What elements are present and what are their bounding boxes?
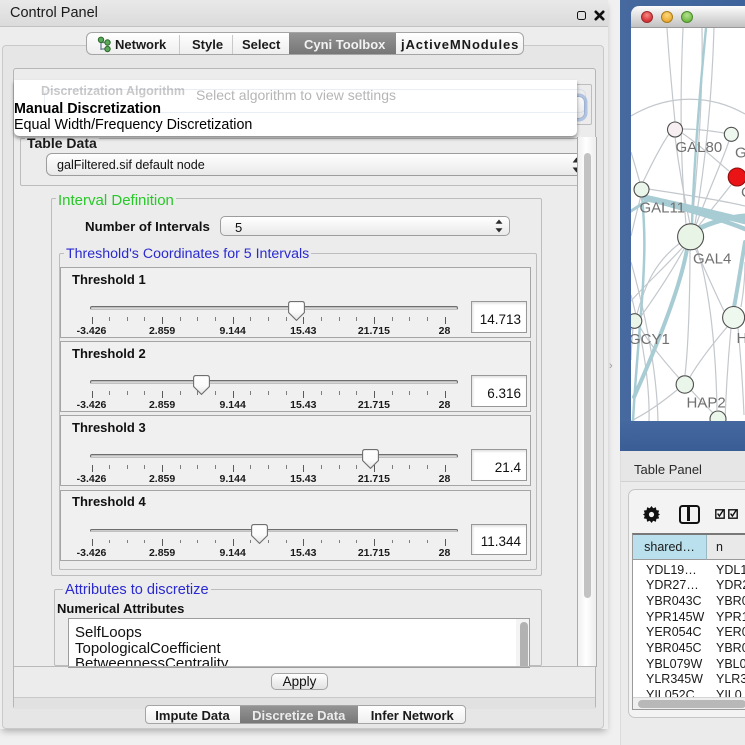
svg-text:GAL11: GAL11 <box>640 199 686 216</box>
svg-text:GAL80: GAL80 <box>676 139 723 156</box>
svg-text:C: C <box>741 184 745 201</box>
svg-text:G.: G. <box>735 145 745 162</box>
svg-text:HAP2: HAP2 <box>687 394 726 411</box>
svg-text:GAL4: GAL4 <box>693 250 731 267</box>
svg-text:H: H <box>737 330 745 347</box>
svg-text:GCY1: GCY1 <box>631 331 670 348</box>
